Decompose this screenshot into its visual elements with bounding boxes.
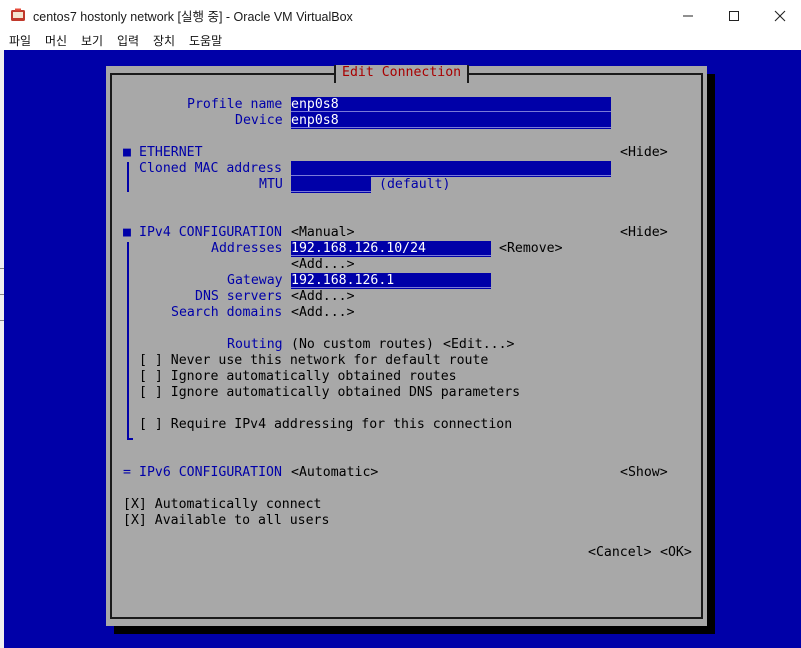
menu-bar: 파일 머신 보기 입력 장치 도움말: [0, 30, 801, 50]
window-titlebar: centos7 hostonly network [실행 중] - Oracle…: [0, 0, 801, 30]
add-address-button[interactable]: <Add...>: [291, 257, 355, 273]
close-button[interactable]: [757, 2, 801, 28]
menu-file[interactable]: 파일: [9, 32, 31, 49]
routing-edit-button[interactable]: <Edit...>: [443, 337, 514, 353]
menu-view[interactable]: 보기: [81, 32, 103, 49]
maximize-icon: [729, 11, 739, 22]
gateway-input[interactable]: 192.168.126.1: [291, 273, 491, 289]
mtu-label: MTU: [259, 177, 283, 192]
cloned-mac-label: Cloned MAC address: [139, 161, 282, 176]
ipv4-hide-button[interactable]: <Hide>: [620, 225, 668, 241]
ignore-routes-checkbox[interactable]: [ ] Ignore automatically obtained routes: [139, 369, 457, 385]
ipv6-section-bullet: =: [123, 465, 131, 480]
ipv4-mode-dropdown[interactable]: <Manual>: [291, 225, 355, 241]
addresses-label: Addresses: [211, 241, 283, 256]
menu-machine[interactable]: 머신: [45, 32, 67, 49]
search-domains-label: Search domains: [171, 305, 283, 320]
device-label: Device: [235, 113, 283, 128]
remove-address-button[interactable]: <Remove>: [499, 241, 563, 257]
never-default-route-checkbox[interactable]: [ ] Never use this network for default r…: [139, 353, 488, 369]
address-input[interactable]: 192.168.126.10/24: [291, 241, 491, 257]
mtu-input[interactable]: [291, 177, 371, 193]
ipv6-show-button[interactable]: <Show>: [620, 465, 668, 481]
left-edge-strip: [0, 50, 4, 648]
cloned-mac-input[interactable]: [291, 161, 611, 177]
profile-name-input[interactable]: enp0s8: [291, 97, 611, 113]
menu-input[interactable]: 입력: [117, 32, 139, 49]
ipv4-section-line-end: [127, 438, 133, 440]
all-users-checkbox[interactable]: [X] Available to all users: [123, 513, 329, 529]
gateway-label: Gateway: [227, 273, 283, 288]
maximize-button[interactable]: [711, 2, 757, 28]
add-search-domain-button[interactable]: <Add...>: [291, 305, 355, 321]
close-icon: [774, 10, 786, 22]
menu-devices[interactable]: 장치: [153, 32, 175, 49]
profile-name-label: Profile name: [187, 97, 283, 112]
mtu-default-hint: (default): [379, 177, 451, 192]
device-input[interactable]: enp0s8: [291, 113, 611, 129]
routing-label: Routing: [227, 337, 283, 352]
ok-button[interactable]: <OK>: [660, 545, 692, 561]
dns-servers-label: DNS servers: [195, 289, 283, 304]
virtualbox-app-icon: [11, 8, 25, 21]
ipv6-mode-dropdown[interactable]: <Automatic>: [291, 465, 378, 481]
cancel-button[interactable]: <Cancel>: [588, 545, 652, 561]
dialog-shadow-bottom: [114, 626, 715, 634]
ipv4-section-line: [127, 242, 129, 440]
dialog-title: Edit Connection: [334, 65, 470, 83]
ethernet-hide-button[interactable]: <Hide>: [620, 145, 668, 161]
auto-connect-checkbox[interactable]: [X] Automatically connect: [123, 497, 322, 513]
ipv6-header: IPv6 CONFIGURATION: [139, 465, 282, 480]
ignore-dns-checkbox[interactable]: [ ] Ignore automatically obtained DNS pa…: [139, 385, 520, 401]
minimize-button[interactable]: [665, 2, 711, 28]
add-dns-button[interactable]: <Add...>: [291, 289, 355, 305]
window-title: centos7 hostonly network [실행 중] - Oracle…: [33, 10, 353, 24]
ipv4-header: IPv4 CONFIGURATION: [139, 225, 282, 240]
ethernet-header: ETHERNET: [139, 145, 203, 160]
menu-help[interactable]: 도움말: [189, 32, 222, 49]
ipv4-section-bullet: ■: [123, 225, 131, 240]
require-ipv4-checkbox[interactable]: [ ] Require IPv4 addressing for this con…: [139, 417, 512, 433]
minimize-icon: [683, 15, 693, 17]
dialog-shadow: [707, 74, 715, 634]
ethernet-section-line: [127, 162, 129, 192]
ethernet-section-bullet: ■: [123, 145, 131, 160]
routing-value: (No custom routes): [291, 337, 434, 352]
